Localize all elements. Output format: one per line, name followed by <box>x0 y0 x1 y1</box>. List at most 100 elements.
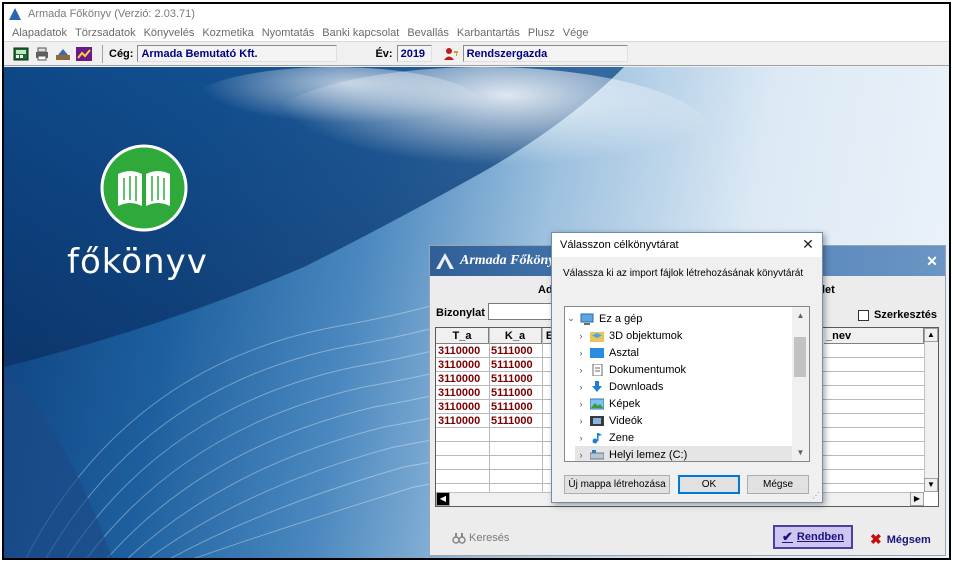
printer-icon[interactable] <box>33 46 51 62</box>
grid-vertical-scrollbar[interactable]: ▲ ▼ <box>924 328 938 492</box>
cell-k-a: 5111000 <box>491 387 533 399</box>
chevron-right-icon[interactable]: › <box>575 416 587 426</box>
tree-item-label: 3D objektumok <box>609 329 683 342</box>
column-header-t-a[interactable]: T_a <box>436 328 489 344</box>
tree-item-videos[interactable]: › Videók <box>575 412 805 429</box>
new-folder-button[interactable]: Új mappa létrehozása <box>564 475 670 494</box>
app-window: Armada Főkönyv (Verzió: 2.03.71) Alapada… <box>2 2 951 560</box>
bizonylat-input[interactable] <box>488 303 558 320</box>
scroll-left-arrow-icon[interactable]: ◀ <box>436 492 450 506</box>
journal-window-title: Armada Főkönyv <box>460 253 561 268</box>
scroll-up-arrow-icon[interactable]: ▲ <box>924 328 938 342</box>
binoculars-icon <box>452 533 466 544</box>
documents-icon <box>590 363 604 376</box>
tree-item-label: Downloads <box>609 380 664 393</box>
rendben-label: Rendben <box>796 531 844 543</box>
tree-item-local-disk-c[interactable]: › Helyi lemez (C:) <box>575 446 793 461</box>
chevron-down-icon[interactable]: ⌄ <box>565 313 577 324</box>
armada-window-icon <box>436 253 454 269</box>
chevron-right-icon[interactable]: › <box>575 450 587 460</box>
cancel-button[interactable]: Mégse <box>747 475 809 494</box>
menu-kozmetika[interactable]: Kozmetika <box>198 27 257 39</box>
tools-icon[interactable] <box>54 46 72 62</box>
user-icon <box>442 46 460 62</box>
kereses-button[interactable]: Keresés <box>452 531 509 545</box>
tree-item-label: Asztal <box>609 346 639 359</box>
scroll-down-arrow-icon[interactable]: ▼ <box>924 478 938 492</box>
tree-item-3d-objects[interactable]: › 3D objektumok <box>575 327 805 344</box>
menu-banki-kapcsolat[interactable]: Banki kapcsolat <box>318 27 403 39</box>
checkbox-box[interactable] <box>858 309 869 321</box>
menu-bevallas[interactable]: Bevallás <box>403 27 453 39</box>
rendben-button[interactable]: ✔ Rendben <box>773 525 853 549</box>
chevron-right-icon[interactable]: › <box>575 348 587 358</box>
fokonyv-logo-text: főkönyv <box>67 242 208 282</box>
tree-item-music[interactable]: › Zene <box>575 429 805 446</box>
3d-objects-icon <box>590 330 604 342</box>
chevron-right-icon[interactable]: › <box>575 365 587 375</box>
dialog-titlebar: Válasszon célkönyvtárat ✕ <box>552 233 822 257</box>
column-header-nev[interactable]: _nev <box>824 328 924 344</box>
ok-button[interactable]: OK <box>678 475 740 494</box>
scrollbar-thumb[interactable] <box>794 337 806 377</box>
menu-alapadatok[interactable]: Alapadatok <box>8 27 71 39</box>
resize-grip-icon[interactable]: ⋰ <box>812 491 820 500</box>
scroll-right-arrow-icon[interactable]: ▶ <box>910 492 924 506</box>
cell-k-a: 5111000 <box>491 415 533 427</box>
megsem-label: Mégsem <box>886 533 931 546</box>
column-header-k-a[interactable]: K_a <box>489 328 542 344</box>
tree-item-this-pc[interactable]: ⌄ Ez a gép <box>565 310 795 327</box>
folder-browse-dialog: Válasszon célkönyvtárat ✕ Válassza ki az… <box>551 232 823 503</box>
cell-t-a: 3110000 <box>438 345 481 357</box>
close-icon[interactable]: ✕ <box>923 252 941 270</box>
menu-plusz[interactable]: Plusz <box>524 27 559 39</box>
pictures-icon <box>589 398 605 410</box>
tree-item-pictures[interactable]: › Képek <box>575 395 805 412</box>
tree-item-documents[interactable]: › Dokumentumok <box>575 361 805 378</box>
tree-item-label: Képek <box>609 397 641 410</box>
red-x-icon: ✖ <box>870 531 882 547</box>
tree-item-downloads[interactable]: › Downloads <box>575 378 805 395</box>
menu-torzsadatok[interactable]: Törzsadatok <box>71 27 140 39</box>
tree-item-label: Videók <box>609 414 643 427</box>
cell-t-a: 3110000 <box>438 401 481 413</box>
cell-t-a: 3110000 <box>438 387 481 399</box>
tab-right-partial[interactable]: let <box>822 284 835 296</box>
downloads-icon <box>590 380 604 393</box>
scroll-up-arrow-icon[interactable]: ▲ <box>792 307 809 324</box>
ceg-label: Cég: <box>109 47 134 60</box>
toolbar-separator <box>102 44 103 63</box>
desktop-icon <box>590 347 604 359</box>
close-icon[interactable]: ✕ <box>800 236 816 252</box>
calculator-icon[interactable] <box>12 46 30 62</box>
fokonyv-book-logo <box>100 144 188 232</box>
menu-karbantartas[interactable]: Karbantartás <box>453 27 524 39</box>
dialog-instruction: Válassza ki az import fájlok létrehozásá… <box>563 268 804 279</box>
tree-vertical-scrollbar[interactable]: ▲ ▼ <box>792 307 809 461</box>
chart-icon[interactable] <box>75 46 93 62</box>
tree-item-label: Dokumentumok <box>609 363 687 376</box>
tree-item-desktop[interactable]: › Asztal <box>575 344 805 361</box>
chevron-right-icon[interactable]: › <box>575 399 587 409</box>
chevron-right-icon[interactable]: › <box>575 331 587 341</box>
megsem-button[interactable]: ✖ Mégsem <box>870 531 931 548</box>
scroll-down-arrow-icon[interactable]: ▼ <box>792 444 809 461</box>
chevron-right-icon[interactable]: › <box>575 433 587 443</box>
menu-vege[interactable]: Vége <box>559 27 593 39</box>
computer-icon <box>580 313 594 325</box>
tree-item-label: Helyi lemez (C:) <box>609 448 688 461</box>
ev-field: 2019 <box>396 45 432 62</box>
cell-k-a: 5111000 <box>491 345 533 357</box>
szerkesztes-label: Szerkesztés <box>874 309 937 321</box>
folder-tree[interactable]: ⌄ Ez a gép › 3D objektumok › Asztal › Do… <box>564 306 810 462</box>
chevron-right-icon[interactable]: › <box>575 382 587 392</box>
menu-nyomtatas[interactable]: Nyomtatás <box>258 27 319 39</box>
cell-k-a: 5111000 <box>491 373 533 385</box>
title-bar: Armada Főkönyv (Verzió: 2.03.71) <box>4 4 949 24</box>
menu-konyveles[interactable]: Könyvelés <box>140 27 199 39</box>
drive-icon <box>589 449 605 461</box>
dialog-title: Válasszon célkönyvtárat <box>560 239 679 251</box>
bizonylat-label: Bizonylat <box>436 307 485 319</box>
checkmark-icon: ✔ <box>782 529 793 544</box>
szerkesztes-checkbox[interactable]: Szerkesztés <box>858 309 937 321</box>
